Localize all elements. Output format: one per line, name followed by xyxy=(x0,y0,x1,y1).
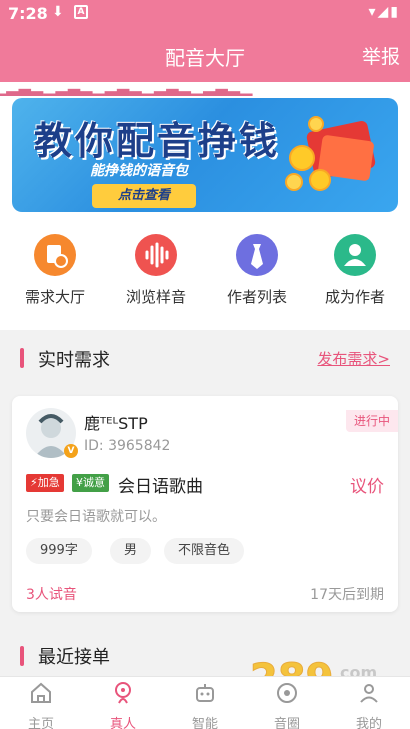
urgent-tag: ⚡加急 xyxy=(26,474,64,492)
requester-name: 鹿ᵀᴱᴸSTP xyxy=(84,414,148,433)
nav-label: 主页 xyxy=(27,717,54,729)
recent-section-title: 最近接单 xyxy=(38,647,110,668)
quick-action-demand-hall[interactable]: 需求大厅 xyxy=(5,234,105,307)
deadline-text: 17天后到期 xyxy=(310,587,384,603)
requester-id: ID: 3965842 xyxy=(84,438,171,454)
nav-label: 智能 xyxy=(191,717,218,729)
demand-title: 会日语歌曲 xyxy=(118,477,203,497)
robot-icon xyxy=(196,684,214,702)
banner-cta-button[interactable]: 点击查看 xyxy=(92,184,196,208)
chip-word-count: 999字 xyxy=(26,538,92,564)
quick-action-label: 作者列表 xyxy=(226,288,287,306)
verified-badge-icon: V xyxy=(64,444,78,458)
demand-card[interactable]: V 鹿ᵀᴱᴸSTP ID: 3965842 进行中 ⚡加急 ¥诚意 会日语歌曲 … xyxy=(12,396,398,612)
sincere-tag: ¥诚意 xyxy=(72,474,109,492)
clipboard-icon xyxy=(34,234,76,276)
quick-action-label: 需求大厅 xyxy=(24,288,85,306)
report-button[interactable]: 举报 xyxy=(362,42,400,69)
status-bar: 7:28 ⬇ A ▾◢▮ xyxy=(0,0,410,28)
quick-action-label: 成为作者 xyxy=(324,288,385,306)
nav-label: 音圈 xyxy=(273,717,300,729)
ticker-text: ▁▂▃▂▁▂▃▂▁▂▃▂▁▂▃▂▁▂▃▂▁ xyxy=(0,82,253,96)
download-icon: ⬇ xyxy=(52,4,64,20)
tie-icon xyxy=(236,234,278,276)
quick-actions: 需求大厅 浏览样音 作者列表 成为作者 xyxy=(0,234,410,314)
quick-action-become-author[interactable]: 成为作者 xyxy=(305,234,405,307)
banner-headline: 教你配音挣钱 xyxy=(34,119,281,163)
user-icon xyxy=(360,684,378,703)
page-title: 配音大厅 xyxy=(165,46,245,70)
demand-price: 议价 xyxy=(350,477,384,497)
nav-label: 真人 xyxy=(109,717,136,729)
quick-action-browse-samples[interactable]: 浏览样音 xyxy=(106,234,206,307)
person-icon xyxy=(115,682,131,704)
audition-count: 3人试音 xyxy=(26,587,77,603)
scrolling-ticker: ▁▂▃▂▁▂▃▂▁▂▃▂▁▂▃▂▁▂▃▂▁ xyxy=(0,82,410,96)
nav-real-person[interactable]: 真人 xyxy=(82,681,164,729)
realtime-section-title: 实时需求 xyxy=(38,350,110,371)
circle-icon xyxy=(277,683,297,703)
status-badge: 进行中 xyxy=(346,410,398,432)
bottom-nav: 主页 真人 智能 音圈 我的 xyxy=(0,676,410,729)
user-add-icon xyxy=(334,234,376,276)
publish-demand-link[interactable]: 发布需求> xyxy=(317,348,390,369)
chip-gender: 男 xyxy=(110,538,152,564)
waveform-icon xyxy=(135,234,177,276)
top-header: 配音大厅 举报 xyxy=(0,28,410,82)
realtime-section-header: 实时需求 发布需求> xyxy=(0,340,410,380)
section-accent-bar xyxy=(20,348,24,368)
signal-battery-icon: ▾◢▮ xyxy=(368,4,400,20)
demand-description: 只要会日语歌就可以。 xyxy=(26,509,166,525)
home-icon xyxy=(31,682,51,703)
banner-subline: 能挣钱的语音包 xyxy=(90,163,188,179)
section-accent-bar xyxy=(20,646,24,666)
status-time: 7:28 xyxy=(8,4,48,23)
promo-banner[interactable]: 教你配音挣钱 能挣钱的语音包 点击查看 xyxy=(12,98,398,212)
nav-home[interactable]: 主页 xyxy=(0,681,82,729)
quick-action-author-list[interactable]: 作者列表 xyxy=(207,234,307,307)
nav-smart[interactable]: 智能 xyxy=(164,681,246,729)
app-notification-icon: A xyxy=(74,5,88,19)
nav-mine[interactable]: 我的 xyxy=(328,681,410,729)
nav-circle[interactable]: 音圈 xyxy=(246,681,328,729)
quick-action-label: 浏览样音 xyxy=(125,288,186,306)
coins-illustration-icon xyxy=(285,116,376,191)
nav-label: 我的 xyxy=(355,717,382,729)
chip-voice: 不限音色 xyxy=(164,538,245,564)
